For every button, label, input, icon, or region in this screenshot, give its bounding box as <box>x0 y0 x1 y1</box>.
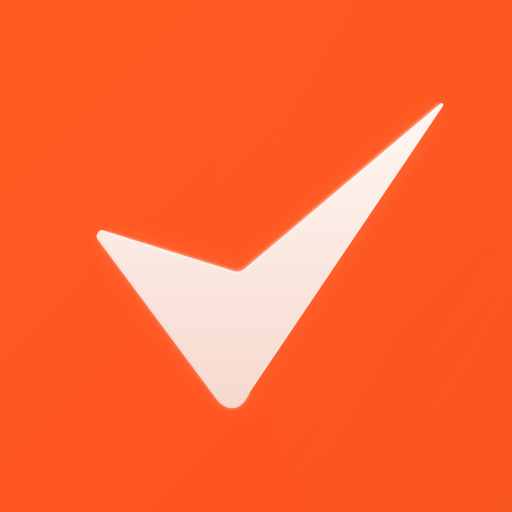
checkmark-icon <box>96 103 444 410</box>
app-icon <box>0 0 512 512</box>
background-curve <box>213 0 512 512</box>
